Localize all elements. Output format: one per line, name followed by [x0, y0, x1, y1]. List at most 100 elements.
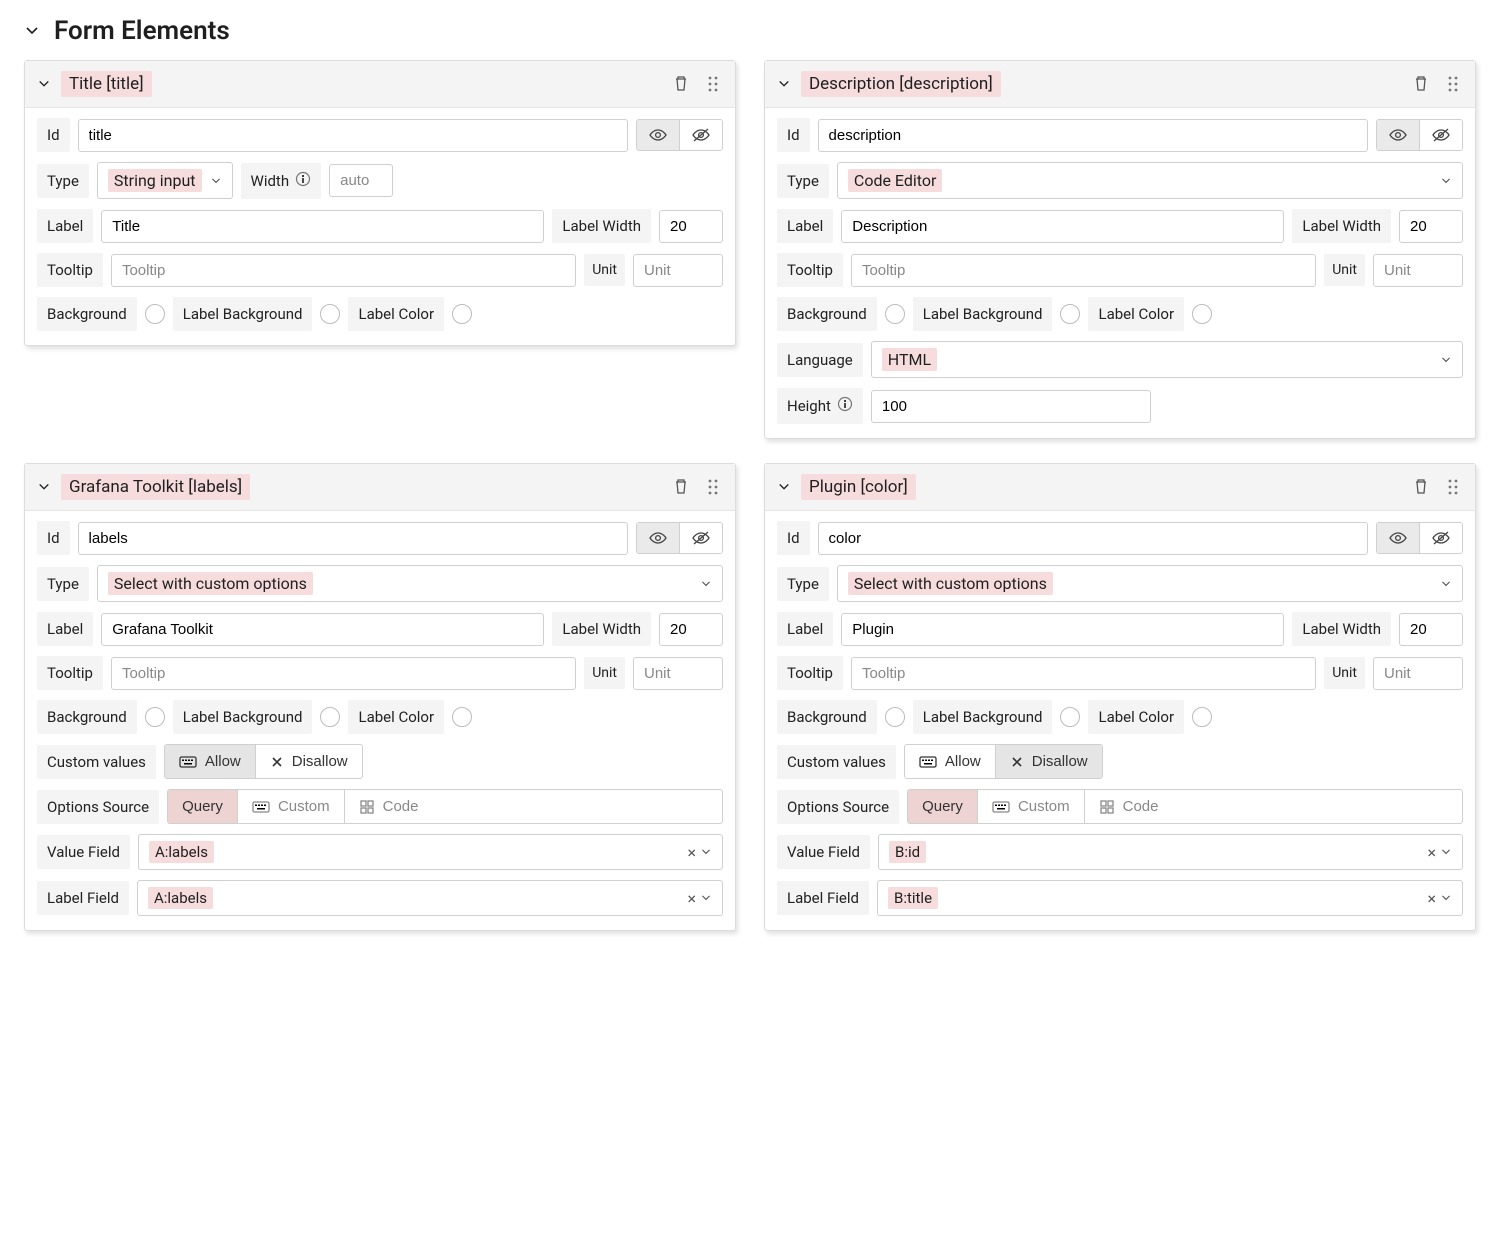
- unit-input[interactable]: [633, 254, 723, 287]
- background-label: Background: [37, 700, 137, 734]
- label-color-picker[interactable]: [1192, 304, 1212, 324]
- drag-handle[interactable]: [703, 474, 723, 500]
- tooltip-input[interactable]: [851, 254, 1316, 287]
- hidden-button[interactable]: [680, 120, 722, 150]
- language-select[interactable]: HTML: [871, 341, 1463, 378]
- chevron-down-icon: [1440, 889, 1452, 907]
- background-picker[interactable]: [145, 707, 165, 727]
- label-input[interactable]: [841, 613, 1284, 646]
- clear-icon[interactable]: ×: [1423, 889, 1440, 908]
- label-background-label: Label Background: [913, 700, 1053, 734]
- label-field-select[interactable]: A:labels ×: [137, 880, 723, 916]
- label-width-input[interactable]: [1399, 210, 1463, 243]
- value-field-select[interactable]: A:labels ×: [138, 834, 723, 870]
- id-label: Id: [777, 118, 810, 152]
- delete-button[interactable]: [669, 71, 693, 97]
- unit-input[interactable]: [1373, 657, 1463, 690]
- height-input[interactable]: [871, 390, 1151, 423]
- query-button[interactable]: Query: [168, 790, 238, 823]
- visible-button[interactable]: [1377, 523, 1420, 553]
- drag-handle[interactable]: [703, 71, 723, 97]
- label-width-input[interactable]: [1399, 613, 1463, 646]
- delete-button[interactable]: [1409, 71, 1433, 97]
- type-value: Select with custom options: [108, 572, 313, 595]
- label-width-input[interactable]: [659, 613, 723, 646]
- label-color-picker[interactable]: [1192, 707, 1212, 727]
- card-title: Description [description]: [801, 71, 1001, 97]
- card-header: Description [description]: [765, 61, 1475, 108]
- label-color-label: Label Color: [1088, 700, 1184, 734]
- hidden-button[interactable]: [1420, 523, 1462, 553]
- hidden-button[interactable]: [1420, 120, 1462, 150]
- clear-icon[interactable]: ×: [683, 889, 700, 908]
- background-picker[interactable]: [885, 707, 905, 727]
- label-input[interactable]: [101, 613, 544, 646]
- label-background-picker[interactable]: [320, 304, 340, 324]
- chevron-down-icon[interactable]: [777, 78, 791, 90]
- label-field-select[interactable]: B:title ×: [877, 880, 1463, 916]
- tooltip-input[interactable]: [851, 657, 1316, 690]
- type-value: Code Editor: [848, 169, 943, 192]
- label-label: Label: [777, 209, 833, 243]
- visibility-toggle: [1376, 522, 1463, 554]
- type-select[interactable]: Select with custom options: [837, 565, 1463, 602]
- hidden-button[interactable]: [680, 523, 722, 553]
- section-header: Form Elements: [24, 16, 1476, 46]
- tooltip-input[interactable]: [111, 657, 576, 690]
- collapse-icon[interactable]: [24, 24, 40, 38]
- query-button[interactable]: Query: [908, 790, 978, 823]
- value-field-label: Value Field: [777, 835, 870, 869]
- label-background-picker[interactable]: [1060, 304, 1080, 324]
- width-input[interactable]: [329, 164, 393, 197]
- id-input[interactable]: [818, 522, 1368, 555]
- label-input[interactable]: [101, 210, 544, 243]
- label-field-label: Label Field: [777, 881, 869, 915]
- id-input[interactable]: [78, 522, 628, 555]
- label-width-input[interactable]: [659, 210, 723, 243]
- code-button[interactable]: Code: [1085, 790, 1173, 823]
- background-picker[interactable]: [885, 304, 905, 324]
- chevron-down-icon[interactable]: [37, 78, 51, 90]
- type-select[interactable]: String input: [97, 162, 233, 199]
- label-input[interactable]: [841, 210, 1284, 243]
- clear-icon[interactable]: ×: [683, 843, 700, 862]
- chevron-down-icon[interactable]: [777, 481, 791, 493]
- label-color-picker[interactable]: [452, 707, 472, 727]
- id-input[interactable]: [818, 119, 1368, 152]
- background-picker[interactable]: [145, 304, 165, 324]
- label-color-label: Label Color: [348, 700, 444, 734]
- type-select[interactable]: Select with custom options: [97, 565, 723, 602]
- clear-icon[interactable]: ×: [1423, 843, 1440, 862]
- chevron-down-icon[interactable]: [37, 481, 51, 493]
- tooltip-input[interactable]: [111, 254, 576, 287]
- unit-input[interactable]: [633, 657, 723, 690]
- label-background-picker[interactable]: [320, 707, 340, 727]
- custom-button[interactable]: Custom: [238, 790, 345, 823]
- visibility-toggle: [1376, 119, 1463, 151]
- custom-button[interactable]: Custom: [978, 790, 1085, 823]
- label-width-label: Label Width: [1292, 209, 1391, 243]
- value-field-select[interactable]: B:id ×: [878, 834, 1463, 870]
- width-label: Width: [241, 163, 322, 199]
- disallow-button[interactable]: Disallow: [996, 745, 1102, 778]
- code-button[interactable]: Code: [345, 790, 433, 823]
- form-element-card-description: Description [description] Id Type Code E…: [764, 60, 1476, 439]
- visible-button[interactable]: [637, 120, 680, 150]
- visible-button[interactable]: [1377, 120, 1420, 150]
- options-source-label: Options Source: [777, 790, 899, 824]
- label-background-picker[interactable]: [1060, 707, 1080, 727]
- type-select[interactable]: Code Editor: [837, 162, 1463, 199]
- drag-handle[interactable]: [1443, 474, 1463, 500]
- delete-button[interactable]: [1409, 474, 1433, 500]
- unit-input[interactable]: [1373, 254, 1463, 287]
- card-header: Plugin [color]: [765, 464, 1475, 511]
- disallow-button[interactable]: Disallow: [256, 745, 362, 778]
- label-field-label: Label Field: [37, 881, 129, 915]
- delete-button[interactable]: [669, 474, 693, 500]
- allow-button[interactable]: Allow: [165, 745, 256, 778]
- allow-button[interactable]: Allow: [905, 745, 996, 778]
- id-input[interactable]: [78, 119, 628, 152]
- visible-button[interactable]: [637, 523, 680, 553]
- label-color-picker[interactable]: [452, 304, 472, 324]
- drag-handle[interactable]: [1443, 71, 1463, 97]
